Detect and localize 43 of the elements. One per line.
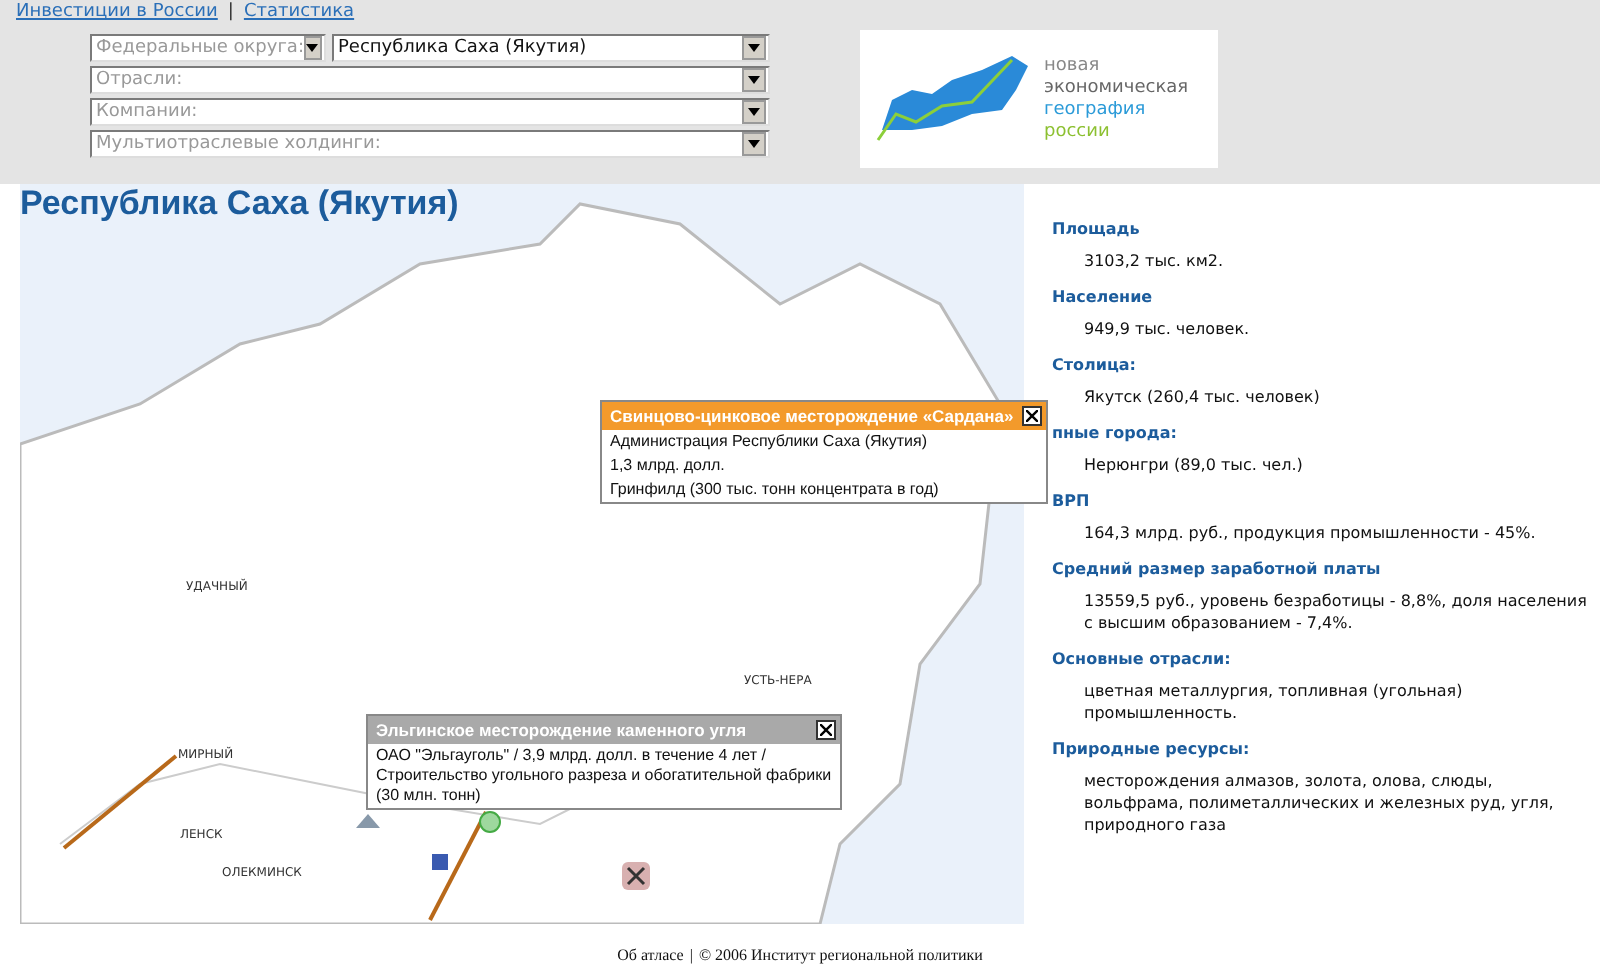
popup-text: ОАО "Эльгауголь" / 3,9 млрд. долл. в течение 4 лет / Строительство угольного разреза и обогатительной фабрики (30 млн. тонн) <box>374 744 834 808</box>
logo-text: экономическая <box>1044 77 1189 99</box>
fact-label: Столица: <box>1052 356 1138 374</box>
popup-title: Свинцово-цинковое месторождение «Сардана» <box>610 406 1014 426</box>
popup-text: Гринфилд (300 тыс. тонн концентрата в год) <box>608 478 941 502</box>
filter-dropdown[interactable]: Мультиотраслевые холдинги: <box>90 130 770 158</box>
fact-label: Природные ресурсы: <box>1052 740 1252 758</box>
region-dropdown[interactable]: Республика Саха (Якутия) <box>332 34 770 62</box>
fact-text: 164,3 млрд. руб., продукция промышленности - 45%. <box>1082 522 1538 544</box>
nav-link[interactable]: Статистика <box>243 2 355 22</box>
fact-label: Население <box>1052 288 1155 306</box>
popup-title: Эльгинское месторождение каменного угля <box>376 720 747 740</box>
filter-dropdown[interactable]: Федеральные округа: <box>90 34 326 62</box>
fact-label: Основные отрасли: <box>1052 650 1233 668</box>
filter-dropdown[interactable]: Компании: <box>90 98 770 126</box>
close-button[interactable] <box>1021 406 1042 426</box>
filter-dropdown[interactable]: Отрасли: <box>90 66 770 94</box>
region-title: Республика Саха (Якутия) <box>20 184 459 224</box>
fact-label: пные города: <box>1052 424 1179 442</box>
nav-link[interactable]: Инвестиции в России <box>16 2 218 22</box>
mountain-icon[interactable] <box>354 812 382 830</box>
logo-text: россии <box>1044 121 1112 143</box>
fact-text: месторождения алмазов, золота, олова, слюды, вольфрама, полиметаллических и железных руд, угля, природного газа <box>1082 770 1556 836</box>
fact-text: 13559,5 руб., уровень безработицы - 8,8%, доля населения с высшим образованием - 7,4%. <box>1082 590 1588 634</box>
fact-label: Средний размер заработной платы <box>1052 560 1383 578</box>
separator: | <box>689 946 693 964</box>
fact-label: ВРП <box>1052 492 1092 510</box>
fact-text: Нерюнгри (89,0 тыс. чел.) <box>1082 454 1305 476</box>
fact-label: Площадь <box>1052 220 1142 238</box>
logo-text: география <box>1044 99 1148 121</box>
fact-text: 949,9 тыс. человек. <box>1082 318 1252 340</box>
fact-text: 3103,2 тыс. км2. <box>1082 250 1225 272</box>
fact-text: цветная металлургия, топливная (угольная) промышленность. <box>1082 680 1465 724</box>
about-link[interactable]: Об атласе <box>617 946 684 964</box>
close-button[interactable] <box>816 720 836 740</box>
popup-text: Администрация Республики Саха (Якутия) <box>608 430 929 454</box>
logo-text: новая <box>1044 55 1102 77</box>
separator: | <box>227 2 234 22</box>
popup-text: 1,3 млрд. долл. <box>608 454 727 478</box>
copyright-text: © 2006 Институт региональной политики <box>698 946 983 964</box>
road-line <box>426 808 490 924</box>
fact-text: Якутск (260,4 тыс. человек) <box>1082 386 1322 408</box>
road-line <box>60 752 180 852</box>
